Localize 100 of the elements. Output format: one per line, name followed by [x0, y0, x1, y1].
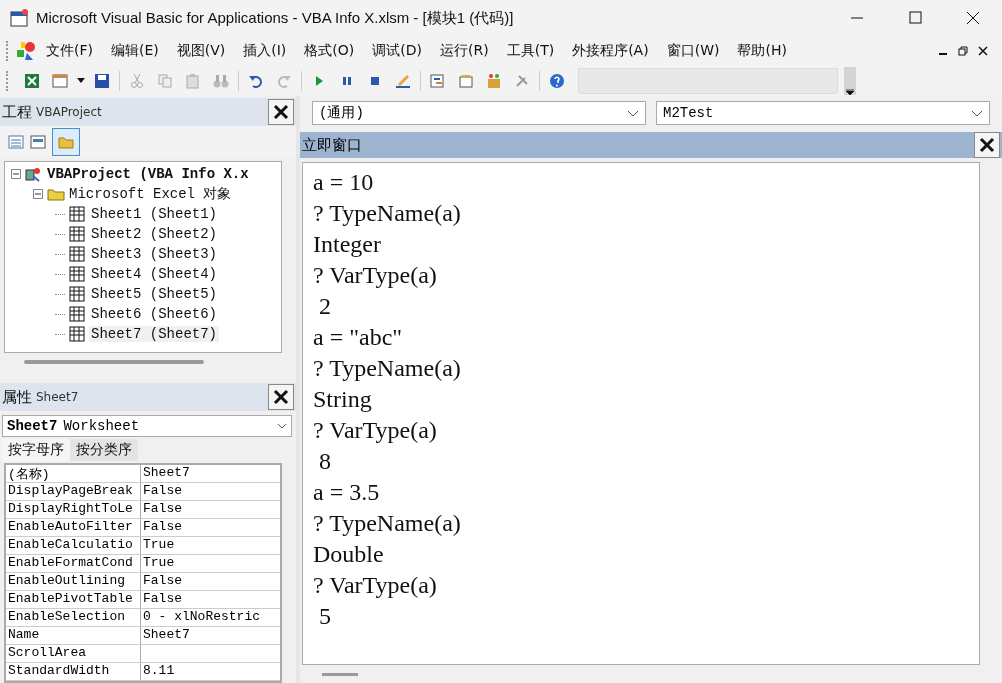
output-line: ? TypeName(a) — [313, 355, 461, 381]
help-icon[interactable] — [549, 73, 565, 89]
property-name[interactable]: EnableAutoFilter — [6, 519, 141, 536]
property-value[interactable]: Sheet7 — [141, 627, 280, 644]
tree-item[interactable]: Sheet4 (Sheet4) — [89, 266, 220, 282]
scrollbar-thumb[interactable] — [24, 360, 204, 364]
output-line: a = 10 — [313, 169, 374, 195]
property-value[interactable]: True — [141, 537, 280, 554]
code-dropdown[interactable]: (通用) — [312, 101, 646, 125]
close-icon[interactable] — [273, 389, 289, 405]
menu-item[interactable]: 运行(R) — [431, 40, 498, 62]
tree-item[interactable]: Sheet6 (Sheet6) — [89, 306, 220, 322]
output-line: ? VarType(a) — [313, 262, 437, 288]
property-value[interactable]: False — [141, 519, 280, 536]
menu-item[interactable]: 调试(D) — [363, 40, 431, 62]
folder-icon[interactable] — [58, 135, 74, 149]
tools-icon[interactable] — [514, 73, 530, 89]
menu-item[interactable]: 文件(F) — [37, 40, 102, 62]
tree-item[interactable]: Microsoft Excel 对象 — [67, 185, 234, 203]
property-value[interactable]: 8.11 — [141, 663, 280, 680]
output-line: ? VarType(a) — [313, 572, 437, 598]
output-line: 8 — [318, 448, 331, 474]
save-icon[interactable] — [94, 73, 110, 89]
output-line: String — [313, 386, 372, 412]
output-line: a = 3.5 — [313, 479, 380, 505]
output-line: ? TypeName(a) — [313, 200, 461, 226]
menu-item[interactable]: 视图(V) — [167, 40, 235, 62]
maximize-icon[interactable] — [907, 10, 923, 26]
property-name[interactable]: DisplayPageBreak — [6, 483, 141, 500]
menu-item[interactable]: 编辑(E) — [102, 40, 168, 62]
immediate-window[interactable]: a = 10 ? TypeName(a) Integer ? VarType(a) 2 a = "abc" ? TypeName(a) String ? VarType(a) 8 a = 3.5 ? TypeName(a) Double ? VarType(a) 5 — [302, 162, 980, 665]
collapse-icon[interactable] — [33, 189, 43, 199]
close-button[interactable] — [268, 99, 294, 125]
form-icon[interactable] — [52, 73, 68, 89]
output-line: Integer — [313, 231, 381, 257]
property-name[interactable]: ScrollArea — [6, 645, 141, 662]
property-value[interactable]: True — [141, 555, 280, 572]
spreadsheet-icon[interactable] — [24, 73, 40, 89]
property-value[interactable]: False — [141, 501, 280, 518]
menu-item[interactable]: 帮助(H) — [728, 40, 796, 62]
project-icon — [25, 166, 43, 182]
close-icon[interactable] — [965, 10, 981, 26]
property-name[interactable]: Name — [6, 627, 141, 644]
panel-subtitle: VBAProject — [36, 105, 103, 119]
property-value[interactable]: 0 - xlNoRestric — [141, 609, 280, 626]
menu-item[interactable]: 工具(T) — [497, 40, 564, 62]
menu-item[interactable]: 窗口(W) — [657, 40, 729, 62]
clipboard-icon[interactable] — [185, 73, 201, 89]
close-button[interactable] — [268, 384, 294, 410]
property-name[interactable]: StandardWidth — [6, 663, 141, 680]
property-name[interactable]: EnableSelection — [6, 609, 141, 626]
object-dropdown[interactable]: Sheet7 Worksheet — [2, 415, 292, 437]
tree-window-icon[interactable] — [430, 73, 446, 89]
panel-title: 属性 — [1, 387, 32, 407]
chevron-down-icon[interactable] — [627, 109, 639, 117]
view-object-icon[interactable] — [30, 135, 46, 149]
property-name[interactable]: EnableOutlining — [6, 573, 141, 590]
worksheet-icon — [69, 326, 87, 342]
property-value[interactable]: False — [141, 591, 280, 608]
property-name[interactable]: EnableCalculatio — [6, 537, 141, 554]
property-name[interactable]: DisplayRightToLe — [6, 501, 141, 518]
scrollbar-thumb[interactable] — [322, 672, 358, 676]
worksheet-icon — [69, 206, 87, 222]
tree-item[interactable]: Sheet7 (Sheet7) — [89, 326, 220, 342]
restore-icon[interactable] — [958, 46, 968, 56]
close-button[interactable] — [974, 132, 1000, 158]
tree-item[interactable]: VBAProject (VBA Info X.x — [45, 166, 251, 182]
collapse-icon[interactable] — [11, 169, 21, 179]
tree-item[interactable]: Sheet5 (Sheet5) — [89, 286, 220, 302]
worksheet-icon — [69, 246, 87, 262]
property-name[interactable]: (名称) — [6, 465, 141, 482]
close-icon[interactable] — [273, 104, 289, 120]
tab[interactable]: 按分类序 — [70, 439, 138, 461]
output-line: a = "abc" — [313, 324, 403, 350]
folder-icon — [47, 186, 65, 202]
toolbar-options-button[interactable] — [844, 67, 856, 95]
ruler-pencil-icon[interactable] — [395, 73, 411, 89]
close-icon[interactable] — [978, 46, 988, 56]
worksheet-icon — [69, 266, 87, 282]
tree-item[interactable]: Sheet1 (Sheet1) — [89, 206, 220, 222]
tree-item[interactable]: Sheet3 (Sheet3) — [89, 246, 220, 262]
chevron-down-icon[interactable] — [971, 109, 983, 117]
caret-icon[interactable] — [77, 78, 85, 84]
undo-icon[interactable] — [248, 73, 264, 89]
property-value[interactable]: False — [141, 483, 280, 500]
menu-item[interactable]: 格式(O) — [295, 40, 364, 62]
tree-item[interactable]: Sheet2 (Sheet2) — [89, 226, 220, 242]
code-dropdown[interactable]: M2Test — [656, 101, 990, 125]
shapes-icon — [15, 40, 37, 62]
property-name[interactable]: EnablePivotTable — [6, 591, 141, 608]
menu-item[interactable]: 插入(I) — [234, 40, 296, 62]
menu-item[interactable]: 外接程序(A) — [563, 40, 658, 62]
property-value[interactable]: Sheet7 — [141, 465, 280, 482]
chevron-down-icon[interactable] — [277, 423, 287, 429]
property-name[interactable]: EnableFormatCond — [6, 555, 141, 572]
caret-icon[interactable] — [846, 89, 854, 95]
tab[interactable]: 按字母序 — [2, 439, 70, 461]
app-window-icon — [10, 8, 30, 28]
property-value[interactable]: False — [141, 573, 280, 590]
close-icon[interactable] — [979, 137, 995, 153]
